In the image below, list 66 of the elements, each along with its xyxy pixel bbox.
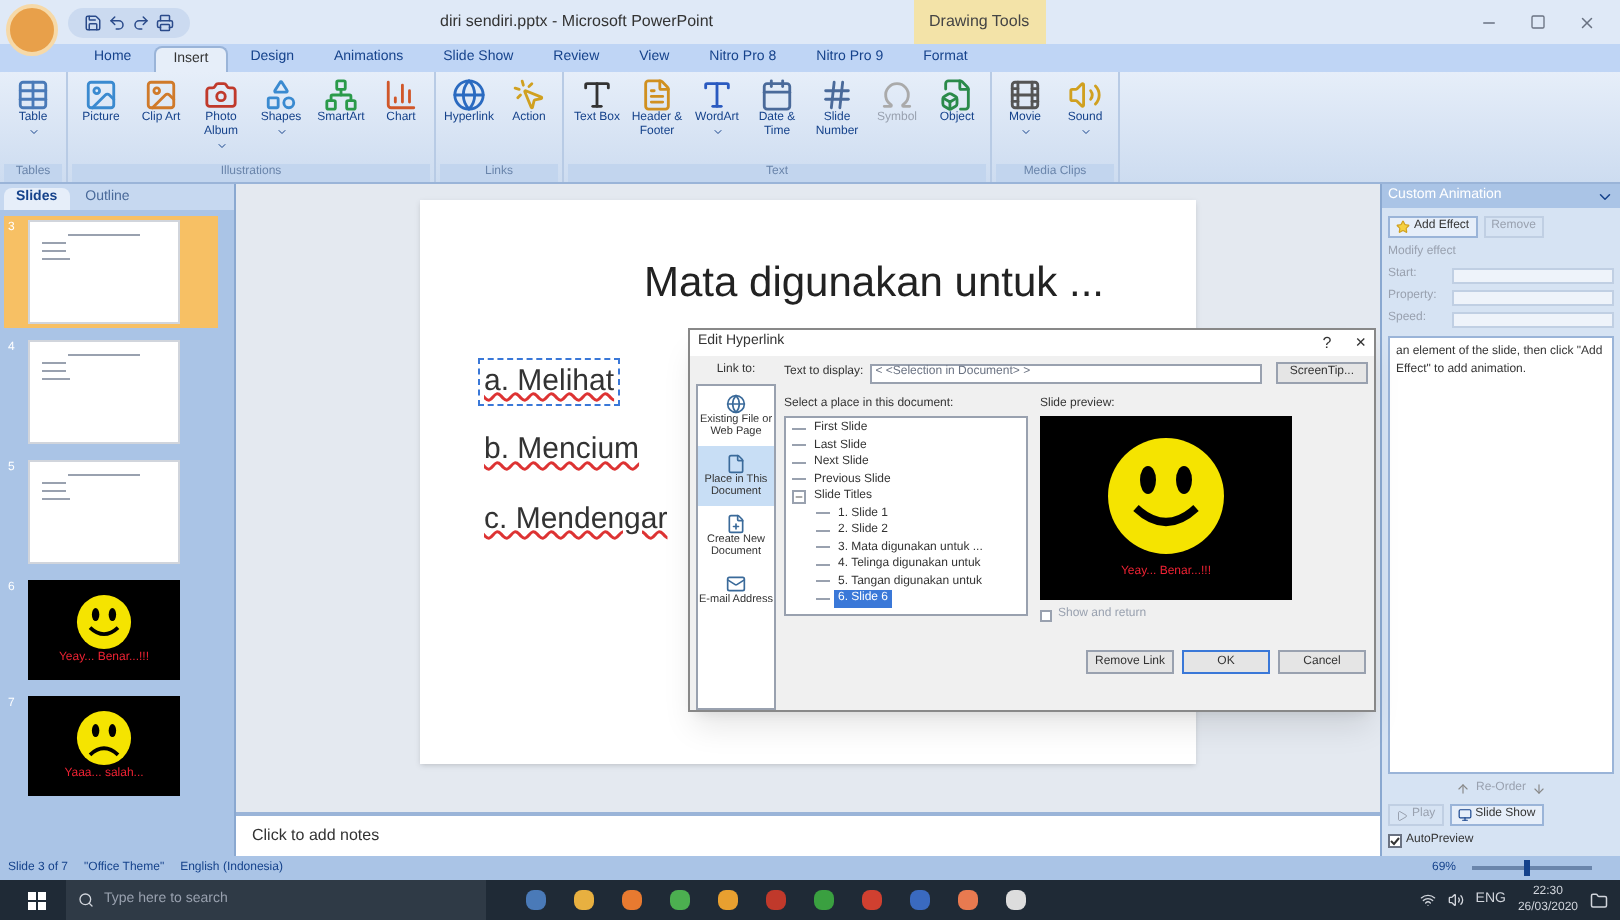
print-icon[interactable] <box>156 13 174 31</box>
header-footer-icon <box>640 78 674 112</box>
windows-icon[interactable] <box>28 891 46 909</box>
photo-album-icon <box>204 78 238 112</box>
caret-icon <box>275 126 287 138</box>
slide-bullet[interactable]: b. Mencium <box>480 428 644 473</box>
shapes-icon <box>264 78 298 112</box>
wifi-icon[interactable] <box>1419 892 1436 908</box>
check-icon <box>1390 836 1400 846</box>
smartart-icon <box>324 78 358 112</box>
play-icon <box>1396 809 1408 821</box>
app-icon[interactable] <box>1006 890 1026 910</box>
smiley-face-icon <box>1106 435 1226 555</box>
up-arrow-icon[interactable] <box>1455 782 1470 796</box>
app-icon[interactable] <box>718 890 738 910</box>
sad-face-icon <box>76 709 132 765</box>
calendar-icon <box>760 78 794 112</box>
caret-icon <box>27 126 39 138</box>
window-title: diri sendiri.pptx - Microsoft PowerPoint <box>440 10 713 34</box>
slide-bullet[interactable]: c. Mendengar <box>480 497 672 542</box>
app-icon[interactable] <box>958 890 978 910</box>
smiley-face-icon <box>76 593 132 649</box>
slide-title: Mata digunakan untuk ... <box>642 258 1106 310</box>
checkbox[interactable] <box>1388 834 1402 848</box>
speaker-icon[interactable] <box>1447 892 1464 908</box>
close-button[interactable]: × <box>1355 329 1366 357</box>
close-icon[interactable] <box>1578 13 1596 31</box>
caret-icon <box>1019 126 1031 138</box>
undo-icon[interactable] <box>108 13 126 31</box>
zoom-slider-thumb[interactable] <box>1523 860 1530 876</box>
save-icon[interactable] <box>84 13 102 31</box>
caret-icon <box>215 140 227 152</box>
select-field[interactable] <box>1452 311 1614 327</box>
checkbox[interactable] <box>1040 609 1052 621</box>
caret-icon <box>711 126 723 138</box>
app-icon[interactable] <box>814 890 834 910</box>
search-icon <box>78 892 94 908</box>
select-field[interactable] <box>1452 289 1614 305</box>
collapse-icon[interactable] <box>792 489 806 504</box>
movie-icon <box>1008 78 1042 112</box>
star-icon <box>1396 220 1410 234</box>
app-icon[interactable] <box>670 890 690 910</box>
object-icon <box>940 78 974 112</box>
redo-icon[interactable] <box>132 13 150 31</box>
restore-icon[interactable] <box>1530 14 1546 30</box>
omega-icon <box>880 78 914 112</box>
picture-icon <box>84 78 118 112</box>
wordart-icon <box>700 78 734 112</box>
notes-placeholder[interactable]: Click to add notes <box>252 824 380 848</box>
speaker-icon <box>1068 78 1102 112</box>
app-icon[interactable] <box>574 890 594 910</box>
globe-icon <box>452 78 486 112</box>
text-box-icon <box>580 78 614 112</box>
screen-icon <box>1457 808 1472 822</box>
app-icon[interactable] <box>622 890 642 910</box>
slide-number-icon <box>820 78 854 112</box>
select-field[interactable] <box>1452 267 1614 283</box>
slide-bullet[interactable]: a. Melihat <box>480 359 619 404</box>
help-button[interactable]: ? <box>1322 331 1332 355</box>
chart-icon <box>384 78 418 112</box>
caret-icon <box>1079 126 1091 138</box>
context-tab-label: Drawing Tools <box>913 0 1046 44</box>
down-arrow-icon[interactable] <box>1532 782 1546 796</box>
table-icon <box>16 78 50 112</box>
action-icon <box>512 78 546 112</box>
clip-art-icon <box>144 78 178 112</box>
